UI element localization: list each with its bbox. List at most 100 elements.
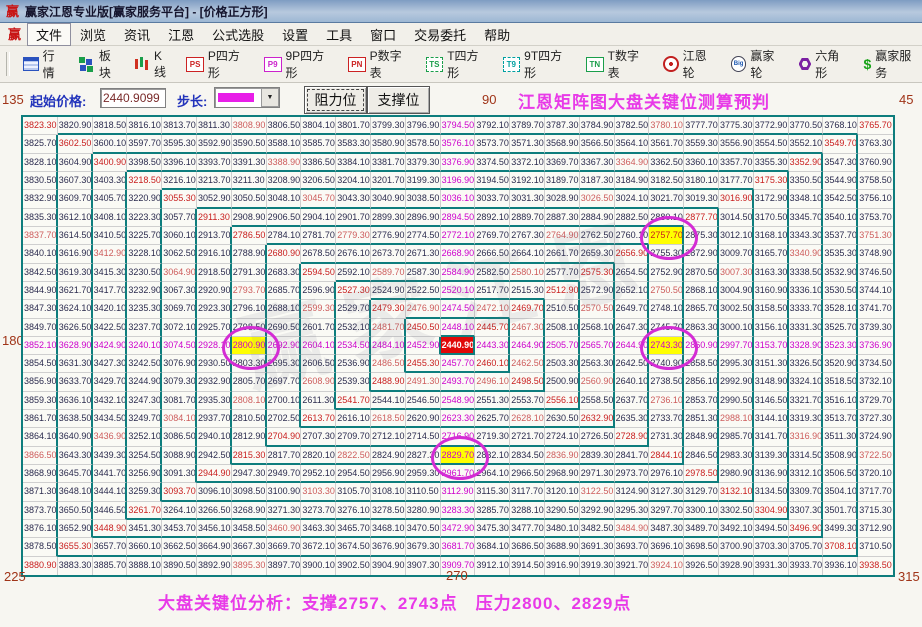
matrix-cell: 2635.30 xyxy=(615,410,650,428)
toolbar-item-9p-square[interactable]: P99P四方形 xyxy=(264,47,335,81)
matrix-cell: 3657.70 xyxy=(93,538,128,556)
matrix-cell: 2721.70 xyxy=(510,428,545,446)
step-select[interactable]: ▼ xyxy=(214,87,280,108)
matrix-cell: 3741.70 xyxy=(858,300,893,318)
matrix-cell: 2836.90 xyxy=(545,447,580,465)
application-window: 赢 赢家江恩专业版[赢家服务平台] - [价格正方形] 赢 文件浏览资讯江恩公式… xyxy=(0,0,922,627)
toolbar-item-p-number-table[interactable]: PNP数字表 xyxy=(348,47,413,81)
matrix-cell: 3141.70 xyxy=(754,428,789,446)
matrix-cell: 2803.30 xyxy=(232,355,267,373)
toolbar-item-winner-wheel[interactable]: Big赢家轮 xyxy=(731,47,786,81)
menu-item-settings[interactable]: 设置 xyxy=(273,23,317,46)
matrix-cell: 3883.30 xyxy=(58,557,93,575)
matrix-cell: 3182.50 xyxy=(649,172,684,190)
start-price-input[interactable] xyxy=(100,88,166,108)
toolbar-item-sectors[interactable]: 板块 xyxy=(79,47,122,81)
toolbar-item-hexagon[interactable]: 六角形 xyxy=(799,47,851,81)
matrix-cell: 3184.90 xyxy=(615,172,650,190)
matrix-cell: 2798.50 xyxy=(232,319,267,337)
window-title: 赢家江恩专业版[赢家服务平台] - [价格正方形] xyxy=(25,3,268,20)
matrix-cell: 2796.10 xyxy=(232,300,267,318)
matrix-cell: 3156.10 xyxy=(754,319,789,337)
dollar-icon: $ xyxy=(863,57,871,71)
matrix-cell: 3566.50 xyxy=(580,135,615,153)
support-button[interactable]: 支撑位 xyxy=(367,86,430,114)
toolbar-item-gann-wheel[interactable]: 江恩轮 xyxy=(663,47,718,81)
matrix-cell: 3756.10 xyxy=(858,190,893,208)
menu-item-trade[interactable]: 交易委托 xyxy=(405,23,475,46)
matrix-cell: 3230.50 xyxy=(127,264,162,282)
toolbar-item-9t-square[interactable]: T99T四方形 xyxy=(503,47,573,81)
matrix-cell: 2992.90 xyxy=(719,373,754,391)
matrix-cell: 3175.30 xyxy=(754,172,789,190)
matrix-cell: 3818.50 xyxy=(93,117,128,135)
matrix-cell: 2769.70 xyxy=(475,227,510,245)
matrix-cell: 2692.90 xyxy=(267,337,302,355)
menu-item-window[interactable]: 窗口 xyxy=(361,23,405,46)
matrix-cell: 3703.30 xyxy=(754,538,789,556)
toolbar-item-quotes[interactable]: 行情 xyxy=(23,47,66,81)
resistance-button[interactable]: 阻力位 xyxy=(304,86,367,114)
matrix-cell: 3492.10 xyxy=(719,520,754,538)
toolbar-item-t-number-table[interactable]: TNT数字表 xyxy=(586,47,650,81)
matrix-cell: 2985.70 xyxy=(719,428,754,446)
menu-item-browse[interactable]: 浏览 xyxy=(71,23,115,46)
angle-label-270: 270 xyxy=(446,568,468,583)
matrix-cell: 2536.90 xyxy=(336,355,371,373)
matrix-cell: 3590.50 xyxy=(232,135,267,153)
matrix-cell: 2844.10 xyxy=(649,447,684,465)
toolbar-item-t-square[interactable]: TST四方形 xyxy=(426,47,490,81)
matrix-cell: 3031.30 xyxy=(510,190,545,208)
matrix-cell: 3763.30 xyxy=(858,135,893,153)
matrix-cell: 2853.70 xyxy=(684,392,719,410)
matrix-cell: 2767.30 xyxy=(510,227,545,245)
matrix-cell: 2954.50 xyxy=(336,465,371,483)
matrix-cell: 3016.90 xyxy=(719,190,754,208)
matrix-cell: 2611.30 xyxy=(301,392,336,410)
menu-item-gann[interactable]: 江恩 xyxy=(159,23,203,46)
toolbar-item-p-square[interactable]: PSP四方形 xyxy=(186,47,251,81)
matrix-cell: 3854.50 xyxy=(23,355,58,373)
menu-item-news[interactable]: 资讯 xyxy=(115,23,159,46)
matrix-cell: 2791.30 xyxy=(232,264,267,282)
matrix-cell: 2469.70 xyxy=(510,300,545,318)
menu-item-file[interactable]: 文件 xyxy=(27,23,71,46)
matrix-cell: 3436.90 xyxy=(93,428,128,446)
matrix-cell: 3698.50 xyxy=(684,538,719,556)
menu-item-tools[interactable]: 工具 xyxy=(317,23,361,46)
matrix-cell: 3007.30 xyxy=(719,264,754,282)
matrix-cell: 2517.70 xyxy=(475,282,510,300)
matrix-cell: 3916.90 xyxy=(545,557,580,575)
matrix-cell: 3717.70 xyxy=(858,483,893,501)
matrix-cell: 2568.10 xyxy=(580,319,615,337)
toolbar-item-kline[interactable]: K线 xyxy=(135,49,173,80)
matrix-cell: 3736.90 xyxy=(858,337,893,355)
matrix-cell: 2582.50 xyxy=(475,264,510,282)
matrix-cell: 3134.50 xyxy=(754,483,789,501)
matrix-cell: 3784.90 xyxy=(580,117,615,135)
matrix-cell: 2560.90 xyxy=(580,373,615,391)
matrix-cell: 3544.90 xyxy=(823,172,858,190)
matrix-cell: 2901.70 xyxy=(336,209,371,227)
matrix-cell: 2673.70 xyxy=(371,245,406,263)
matrix-cell: 3907.30 xyxy=(406,557,441,575)
matrix-cell: 3290.50 xyxy=(545,502,580,520)
matrix-cell: 3228.10 xyxy=(127,245,162,263)
matrix-center-cell: 2440.90 xyxy=(441,337,476,355)
menu-item-formula-stock-pick[interactable]: 公式选股 xyxy=(203,23,273,46)
matrix-cell: 2604.10 xyxy=(301,337,336,355)
menu-item-help[interactable]: 帮助 xyxy=(475,23,519,46)
matrix-cell: 3823.30 xyxy=(23,117,58,135)
toolbar-item-winner-service[interactable]: $赢家服务 xyxy=(863,47,922,81)
chevron-down-icon[interactable]: ▼ xyxy=(261,88,279,107)
matrix-cell-resistance-2829.70: 2829.70 xyxy=(441,447,476,465)
matrix-cell: 2709.70 xyxy=(336,428,371,446)
matrix-cell: 2613.70 xyxy=(301,410,336,428)
matrix-cell: 3936.10 xyxy=(823,557,858,575)
matrix-cell: 3105.70 xyxy=(336,483,371,501)
matrix-cell: 3676.90 xyxy=(371,538,406,556)
matrix-cell: 2700.10 xyxy=(267,392,302,410)
matrix-cell: 2529.70 xyxy=(336,300,371,318)
matrix-cell: 2551.30 xyxy=(475,392,510,410)
matrix-cell: 3362.50 xyxy=(649,154,684,172)
